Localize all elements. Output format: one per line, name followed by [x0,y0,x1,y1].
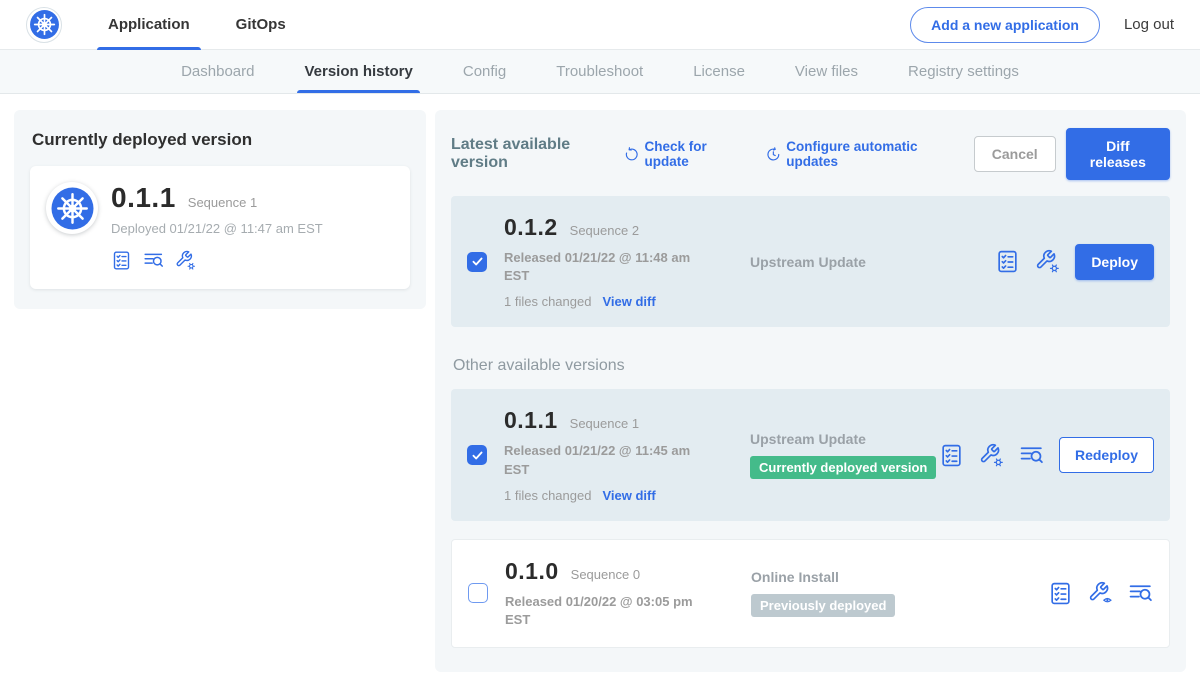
deployed-version-number: 0.1.1 [111,182,176,214]
source-label: Upstream Update [750,431,939,447]
diff-releases-button[interactable]: Diff releases [1066,128,1170,180]
configure-automatic-updates-link[interactable]: Configure automatic updates [766,139,948,169]
currently-deployed-title: Currently deployed version [32,130,408,150]
source-label: Upstream Update [750,254,995,270]
configure-automatic-updates-label: Configure automatic updates [786,139,947,169]
edit-config-icon[interactable] [979,443,1004,468]
subnav-license-label: License [693,63,745,80]
subnav-dashboard[interactable]: Dashboard [156,50,279,93]
view-config-icon[interactable] [1088,581,1113,606]
subnav-version-history[interactable]: Version history [279,50,437,93]
version-number: 0.1.2 [504,214,558,241]
subnav-view-files[interactable]: View files [770,50,883,93]
currently-deployed-panel: Currently deployed version 0.1.1 Sequenc… [14,110,426,309]
version-checkbox[interactable] [467,252,487,272]
version-source: Upstream Update Currently deployed versi… [718,431,939,479]
latest-version-header: Latest available version Check for updat… [451,128,1170,180]
subnav-version-history-label: Version history [304,63,412,80]
subnav-config-label: Config [463,63,506,80]
version-info: 0.1.1 Sequence 1 Released 01/21/22 @ 11:… [504,407,718,502]
latest-version-title: Latest available version [451,136,608,172]
deployed-version-card: 0.1.1 Sequence 1 Deployed 01/21/22 @ 11:… [30,166,410,289]
view-diff-link[interactable]: View diff [602,488,655,503]
version-row-0-1-0: 0.1.0 Sequence 0 Released 01/20/22 @ 03:… [451,539,1170,648]
deployed-sequence-label: Sequence 1 [188,195,257,210]
checkmark-icon [471,449,484,462]
version-actions: Redeploy [939,437,1154,473]
preflight-checks-icon[interactable] [111,250,132,271]
version-actions [1048,581,1153,606]
main-content: Currently deployed version 0.1.1 Sequenc… [0,94,1200,688]
version-source: Upstream Update [718,254,995,270]
previously-deployed-badge: Previously deployed [751,594,895,617]
version-row-0-1-1: 0.1.1 Sequence 1 Released 01/21/22 @ 11:… [451,389,1170,520]
currently-deployed-badge: Currently deployed version [750,456,936,479]
other-versions-title: Other available versions [453,357,1168,375]
preflight-checks-icon[interactable] [1048,581,1073,606]
kubernetes-logo-icon [50,186,95,231]
sequence-label: Sequence 0 [571,567,640,582]
files-changed-label: 1 files changed [504,488,591,503]
clock-refresh-icon [766,146,781,163]
sequence-label: Sequence 1 [570,416,639,431]
subnav-config[interactable]: Config [438,50,531,93]
preflight-checks-icon[interactable] [995,249,1020,274]
version-actions: Deploy [995,244,1154,280]
deploy-logs-icon[interactable] [143,250,164,271]
deploy-button[interactable]: Deploy [1075,244,1154,280]
check-for-update-link[interactable]: Check for update [624,139,740,169]
edit-config-icon[interactable] [1035,249,1060,274]
version-checkbox[interactable] [467,445,487,465]
subnav-troubleshoot-label: Troubleshoot [556,63,643,80]
deployed-version-actions [111,250,323,271]
version-checkbox[interactable] [468,583,488,603]
version-number: 0.1.1 [504,407,558,434]
released-timestamp: Released 01/21/22 @ 11:45 am EST [504,442,704,478]
check-for-update-label: Check for update [644,139,739,169]
released-timestamp: Released 01/21/22 @ 11:48 am EST [504,249,704,285]
add-application-button[interactable]: Add a new application [910,7,1100,43]
redeploy-button[interactable]: Redeploy [1059,437,1154,473]
deploy-logs-icon[interactable] [1128,581,1153,606]
view-diff-link[interactable]: View diff [602,294,655,309]
subnav-dashboard-label: Dashboard [181,63,254,80]
preflight-checks-icon[interactable] [939,443,964,468]
deployed-version-info: 0.1.1 Sequence 1 Deployed 01/21/22 @ 11:… [111,182,323,271]
deployed-app-logo [46,182,98,234]
subnav-registry-settings[interactable]: Registry settings [883,50,1044,93]
subnav-license[interactable]: License [668,50,770,93]
version-number: 0.1.0 [505,558,559,585]
version-info: 0.1.2 Sequence 2 Released 01/21/22 @ 11:… [504,214,718,309]
edit-config-icon[interactable] [175,250,196,271]
tab-gitops[interactable]: GitOps [228,0,294,50]
app-logo [26,7,62,43]
top-nav: Application GitOps Add a new application… [0,0,1200,50]
app-sub-nav: Dashboard Version history Config Trouble… [0,50,1200,94]
source-label: Online Install [751,569,1048,585]
released-timestamp: Released 01/20/22 @ 03:05 pm EST [505,593,705,629]
kubernetes-logo-icon [29,9,60,40]
version-source: Online Install Previously deployed [719,569,1048,617]
deploy-logs-icon[interactable] [1019,443,1044,468]
version-row-0-1-2: 0.1.2 Sequence 2 Released 01/21/22 @ 11:… [451,196,1170,327]
deployed-timestamp: Deployed 01/21/22 @ 11:47 am EST [111,221,323,236]
tab-application-label: Application [108,16,190,33]
checkmark-icon [471,255,484,268]
subnav-troubleshoot[interactable]: Troubleshoot [531,50,668,93]
tab-gitops-label: GitOps [236,16,286,33]
logout-link[interactable]: Log out [1124,16,1174,33]
files-changed-label: 1 files changed [504,294,591,309]
subnav-registry-settings-label: Registry settings [908,63,1019,80]
cancel-button[interactable]: Cancel [974,136,1056,172]
subnav-view-files-label: View files [795,63,858,80]
version-history-panel: Latest available version Check for updat… [435,110,1186,672]
tab-application[interactable]: Application [100,0,198,50]
version-info: 0.1.0 Sequence 0 Released 01/20/22 @ 03:… [505,558,719,629]
refresh-icon [624,146,639,163]
sequence-label: Sequence 2 [570,223,639,238]
